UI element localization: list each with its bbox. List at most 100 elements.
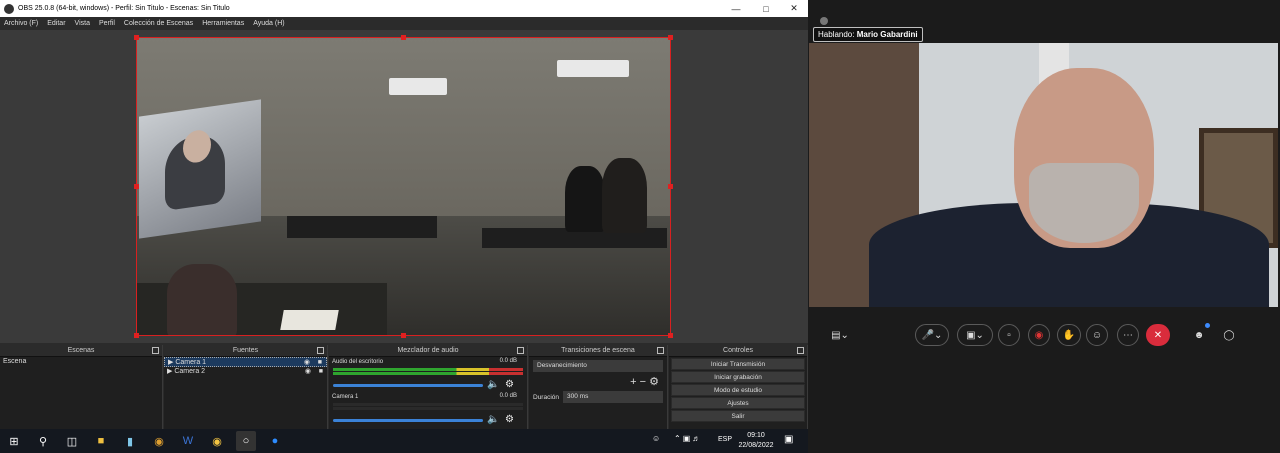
menu-perfil[interactable]: Perfil [99,20,115,27]
resize-handle[interactable] [134,333,139,338]
volume-slider[interactable] [333,419,483,422]
controls-header: Controles [669,345,807,357]
start-streaming-button[interactable]: Iniciar Transmisión [671,358,805,370]
menu-herramientas[interactable]: Herramientas [202,20,244,27]
preview-canvas[interactable] [136,37,671,336]
people-icon[interactable]: ☺ [652,434,660,443]
search-icon[interactable]: ⚲ [33,431,53,451]
source-item[interactable]: ▶ Camera 1 ◉ ■ [164,357,327,367]
studio-mode-button[interactable]: Modo de estudio [671,384,805,396]
speaker-beard [1029,163,1139,243]
captions-button[interactable]: ▤⌄ [826,324,854,346]
scene-item[interactable]: Escena [0,357,162,367]
transition-select[interactable]: Desvanecimiento [533,360,663,372]
speaker-icon[interactable]: 🔈 [487,379,499,390]
menu-coleccion-escenas[interactable]: Colección de Escenas [124,20,193,27]
camera-button[interactable]: ▣⌄ [957,324,993,346]
remove-icon[interactable]: − [640,376,646,388]
microphone-button[interactable]: 🎤⌄ [915,324,949,346]
resize-handle[interactable] [668,35,673,40]
windows-start-icon[interactable]: ⊞ [4,431,24,451]
settings-button[interactable]: Ajustes [671,397,805,409]
minimize-button[interactable]: — [722,0,750,17]
lock-icon[interactable]: ■ [319,367,323,377]
obs-window-title: OBS 25.0.8 (64-bit, windows) - Perfil: S… [18,5,230,12]
channel-name: Audio del escritorio [332,359,384,365]
transitions-title: Transiciones de escena [561,347,635,354]
app-icon[interactable]: ◉ [207,431,227,451]
notes-icon[interactable]: ▮ [120,431,140,451]
exit-button[interactable]: Salir [671,410,805,422]
zoom-info-icon[interactable] [820,17,828,25]
transitions-header: Transiciones de escena [529,345,667,357]
share-screen-button[interactable]: ▫ [998,324,1020,346]
obs-menu-bar: Archivo (F) Editar Vista Perfil Colecció… [0,17,808,30]
duration-label: Duración [533,393,560,401]
reactions-button[interactable]: ☺ [1086,324,1108,346]
add-icon[interactable]: + [630,376,636,388]
resize-handle[interactable] [134,184,139,189]
record-button[interactable]: ◉ [1028,324,1050,346]
chrome-icon[interactable]: ◉ [149,431,169,451]
sources-dock: Fuentes ▶ Camera 1 ◉ ■ ▶ Camera 2 ◉ ■ [164,345,328,429]
resize-handle[interactable] [668,333,673,338]
menu-archivo[interactable]: Archivo (F) [4,20,38,27]
leave-call-button[interactable]: ✕ [1146,324,1170,346]
notification-icon[interactable]: ▣ [784,434,793,445]
clock[interactable]: 09:10 22/08/2022 [736,431,776,451]
clock-date: 22/08/2022 [738,442,774,449]
chat-button[interactable]: ◯ [1218,324,1240,346]
eye-icon[interactable]: ◉ [305,367,311,377]
resize-handle[interactable] [401,333,406,338]
task-view-icon[interactable]: ◫ [62,431,82,451]
menu-editar[interactable]: Editar [47,20,65,27]
scenes-dock: Escenas Escena [0,345,163,429]
person [602,158,647,233]
participants-icon: ☻ [1193,329,1205,341]
raise-hand-icon: ✋ [1062,329,1076,341]
menu-ayuda[interactable]: Ayuda (H) [253,20,284,27]
sources-title: Fuentes [232,347,259,354]
gear-icon[interactable]: ⚙ [505,414,514,425]
volume-slider[interactable] [333,384,483,387]
more-button[interactable]: ⋯ [1117,324,1139,346]
undock-icon[interactable] [657,347,664,354]
gear-icon[interactable]: ⚙ [649,376,659,388]
resize-handle[interactable] [668,184,673,189]
mixer-channel: Audio del escritorio 0.0 dB 🔈 ⚙ [329,357,527,392]
record-icon: ◉ [1034,329,1044,341]
play-icon: ▶ [168,359,174,366]
source-item[interactable]: ▶ Camera 2 ◉ ■ [164,367,327,377]
gear-icon[interactable]: ⚙ [505,379,514,390]
source-label: Camera 2 [174,368,206,375]
resize-handle[interactable] [401,35,406,40]
maximize-button[interactable]: □ [752,0,780,17]
scenes-title: Escenas [67,347,95,354]
undock-icon[interactable] [517,347,524,354]
obs-icon[interactable]: ○ [236,431,256,451]
volume-meter [333,403,523,406]
word-icon[interactable]: W [178,431,198,451]
language-indicator[interactable]: ESP [718,436,732,443]
undock-icon[interactable] [317,347,324,354]
undock-icon[interactable] [152,347,159,354]
undock-icon[interactable] [797,347,804,354]
speaker-icon[interactable]: 🔈 [487,414,499,425]
file-explorer-icon[interactable]: ■ [91,431,111,451]
zoom-icon[interactable]: ● [265,431,285,451]
microphone-icon: 🎤⌄ [921,329,943,341]
close-button[interactable]: ✕ [780,0,808,17]
raise-hand-button[interactable]: ✋ [1057,324,1081,346]
controls-title: Controles [723,347,753,354]
duration-input[interactable]: 300 ms [563,391,663,403]
start-recording-button[interactable]: Iniciar grabación [671,371,805,383]
channel-name: Camera 1 [332,394,359,400]
windows-taskbar: ⊞ ⚲ ◫ ■ ▮ ◉ W ◉ ○ ● ☺ ⌃▣♬ ESP 09:10 22/0… [0,429,808,453]
channel-db: 0.0 dB [499,393,517,399]
resize-handle[interactable] [134,35,139,40]
clock-time: 09:10 [747,432,765,439]
controls-dock: Controles Iniciar Transmisión Iniciar gr… [669,345,808,429]
system-tray-icons[interactable]: ⌃▣♬ [674,434,702,443]
menu-vista[interactable]: Vista [75,20,90,27]
channel-db: 0.0 dB [499,358,517,364]
